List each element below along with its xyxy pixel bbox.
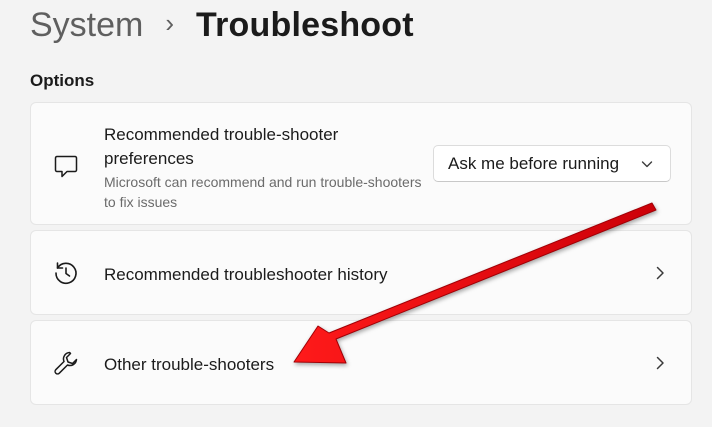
page-title: Troubleshoot <box>196 5 414 44</box>
other-troubleshooters-card[interactable]: Other trouble-shooters <box>30 320 692 405</box>
preferences-title: Recommended trouble-shooter preferences <box>104 125 339 168</box>
breadcrumb: System › Troubleshoot <box>30 2 414 48</box>
chevron-right-icon <box>653 354 667 372</box>
history-text: Recommended troubleshooter history <box>104 263 387 287</box>
chevron-down-icon <box>640 157 654 171</box>
section-label-options: Options <box>30 71 95 90</box>
other-troubleshooters-text: Other trouble-shooters <box>104 353 274 377</box>
breadcrumb-separator: › <box>165 7 175 38</box>
preferences-subtitle: Microsoft can recommend and run trouble-… <box>104 174 422 210</box>
preferences-dropdown[interactable]: Ask me before running <box>433 145 671 182</box>
preferences-card: Recommended trouble-shooter preferences … <box>30 102 692 225</box>
breadcrumb-system-link[interactable]: System <box>30 6 143 45</box>
dropdown-selected-value: Ask me before running <box>448 153 620 173</box>
history-card[interactable]: Recommended troubleshooter history <box>30 230 692 315</box>
history-icon <box>51 258 81 288</box>
wrench-icon <box>51 348 81 378</box>
history-title: Recommended troubleshooter history <box>104 265 388 284</box>
chat-bubble-icon <box>51 151 81 181</box>
preferences-text: Recommended trouble-shooter preferences … <box>104 123 424 212</box>
other-troubleshooters-title: Other trouble-shooters <box>104 355 275 374</box>
chevron-right-icon <box>653 264 667 282</box>
